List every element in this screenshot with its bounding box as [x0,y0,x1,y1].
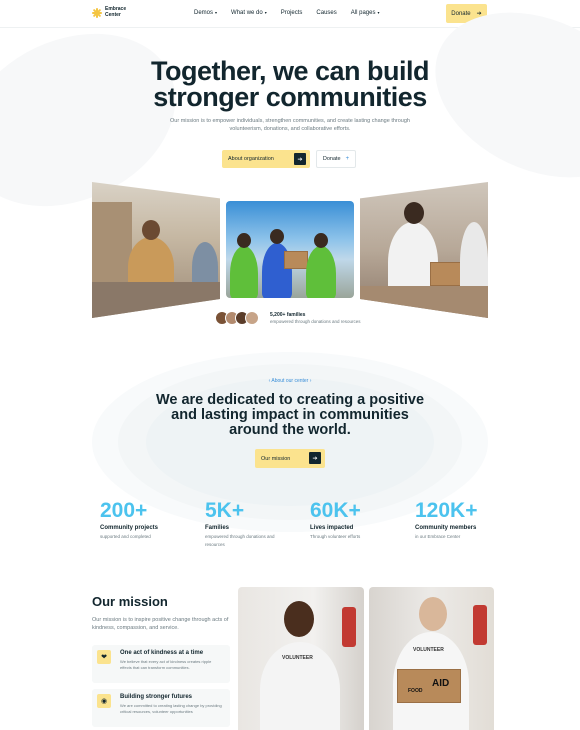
table [92,282,220,318]
hero-title: Together, we can build stronger communit… [0,56,580,112]
shirt-text: VOLUNTEER [282,655,313,661]
person-head [314,233,328,248]
main-menu: Demos ▾ What we do ▾ Projects Causes All p… [194,10,379,16]
growth-icon: ◉ [97,694,111,708]
mission-title: Our mission [92,594,168,609]
box-label-food: FOOD [408,688,423,694]
menu-item-all-pages[interactable]: All pages ▾ [351,10,380,16]
arrow-right-icon: ➔ [309,452,321,464]
heart-hands-icon: ❤ [97,650,111,664]
hero-title-line: stronger communities [153,82,427,112]
avatar [245,311,259,325]
kicker-label: About our center [271,378,309,384]
person-head [404,202,424,224]
families-subtitle: empowered through donations and resource… [270,319,361,324]
button-label: Our mission [261,455,291,462]
donate-label: Donate [451,10,471,17]
person-head [142,220,160,240]
box-label-aid: AID [432,678,450,689]
arrow-right-icon: ➔ [294,153,306,165]
stat-label: Families [205,525,230,531]
about-title: We are dedicated to creating a positive … [155,392,425,438]
menu-item-demos[interactable]: Demos ▾ [194,10,217,16]
person-shape [230,246,258,298]
stat-community-projects: 200+ Community projects supported and co… [100,500,210,541]
food-aid-box: FOOD AID [397,669,461,703]
stat-label: Community projects [100,525,159,531]
stat-value: 5K+ [205,499,245,522]
card-description: We believe that every act of kindness cr… [120,659,212,670]
person-head [270,229,284,244]
stat-description: in our Embrace Center [415,534,461,539]
button-label: Donate [322,156,341,162]
stat-value: 60K+ [310,499,361,522]
mission-card: ◉ Building stronger futures We are commi… [92,689,230,727]
families-count: 5,200+ families [270,312,306,318]
shirt-text: VOLUNTEER [413,647,444,653]
card-description: We are committed to creating lasting cha… [120,703,222,714]
mission-card: ❤ One act of kindness at a time We belie… [92,645,230,683]
chevron-down-icon: ▾ [215,10,218,15]
chevron-left-icon: ‹ [268,378,271,384]
volunteer-food-aid-photo: VOLUNTEER FOOD AID [369,587,494,730]
our-mission-button[interactable]: Our mission ➔ [255,449,325,468]
chevron-right-icon: › [309,378,312,384]
volunteers-outdoor-photo [226,201,354,298]
volunteer-medicine-photo [360,182,488,318]
chevron-down-icon: ▾ [264,10,267,15]
section-kicker: ‹ About our center › [0,378,580,384]
volunteer-packing-photo [92,182,220,318]
stat-label: Community members [415,525,477,531]
stat-lives-impacted: 60K+ Lives impacted Through volunteer ef… [310,500,420,541]
hero-title-line: Together, we can build [150,56,430,86]
stat-value: 200+ [100,499,148,522]
stat-description: empowered through donations and resource… [205,534,275,547]
table [360,286,488,318]
brand-name: Embrace Center [105,6,127,18]
person-head [284,601,314,637]
stat-label: Lives impacted [310,525,354,531]
menu-item-causes[interactable]: Causes [316,10,336,16]
shelf [92,202,132,292]
person-shape [306,246,336,298]
about-organization-button[interactable]: About organization ➔ [222,150,310,168]
mission-subtitle: Our mission is to inspire positive chang… [92,617,229,631]
person-head [237,233,251,248]
donate-button[interactable]: Donate + [316,150,356,168]
cardboard-box [284,251,308,269]
van-taillight [342,607,356,647]
stat-community-members: 120K+ Community members in our Embrace C… [415,500,525,541]
menu-item-projects[interactable]: Projects [281,10,303,16]
logo[interactable]: Embrace Center [92,6,131,18]
sun-logo-icon [92,7,102,18]
plus-icon: + [345,156,350,162]
card-title: One act of kindness at a time [120,650,204,656]
avatar-group [215,311,259,325]
card-title: Building stronger futures [120,694,192,700]
person-head [419,597,447,631]
stat-description: Through volunteer efforts [310,534,361,539]
button-label: About organization [228,156,274,162]
stat-families: 5K+ Families empowered through donations… [205,500,315,549]
chevron-down-icon: ▾ [377,10,380,15]
menu-item-what-we-do[interactable]: What we do ▾ [231,10,267,16]
hero-subtitle: Our mission is to empower individuals, s… [170,118,410,132]
stat-value: 120K+ [415,499,478,522]
van-taillight [473,605,487,645]
volunteer-portrait-photo: VOLUNTEER [238,587,364,730]
stat-description: supported and completed [100,534,151,539]
